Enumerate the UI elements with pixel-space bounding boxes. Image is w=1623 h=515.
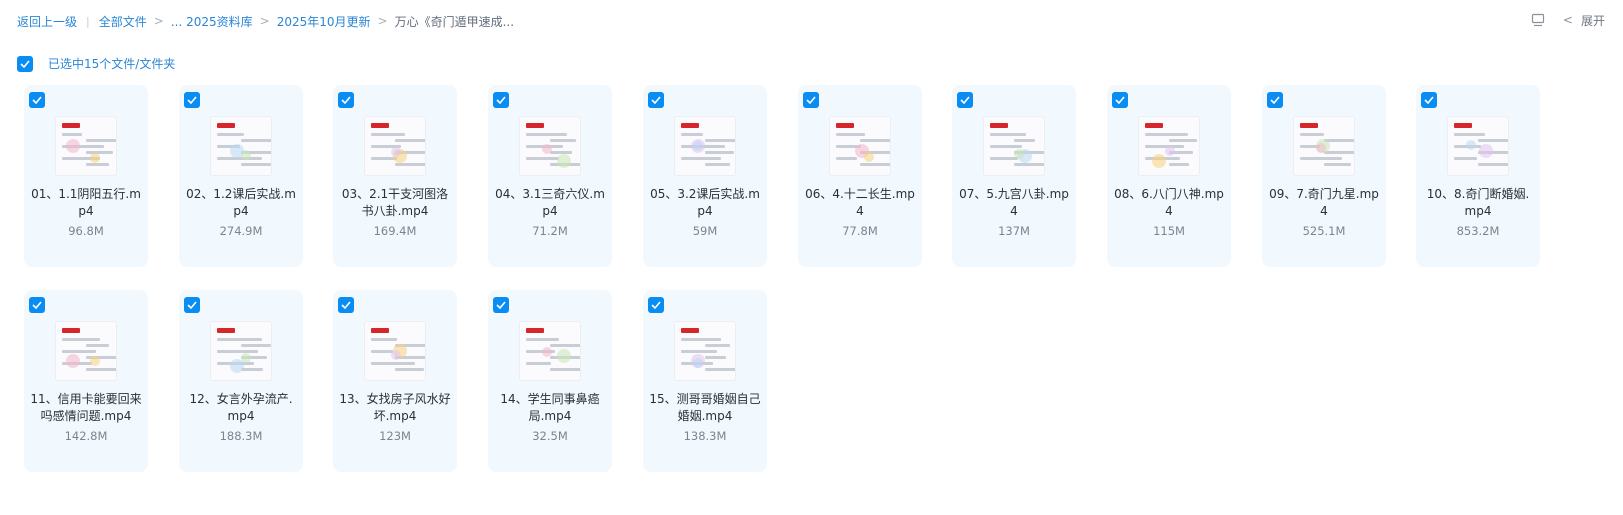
file-name: 02、1.2课后实战.mp4 [186,187,296,218]
file-name: 15、测哥哥婚姻自己婚姻.mp4 [649,392,761,423]
file-size: 169.4M [373,224,417,238]
file-checkbox[interactable] [493,92,509,108]
file-name: 04、3.1三奇六仪.mp4 [495,187,605,218]
file-checkbox[interactable] [184,92,200,108]
file-checkbox[interactable] [29,92,45,108]
file-card[interactable]: 12、女言外孕流产.mp4 188.3M [179,290,303,472]
chevron-right-icon: > [377,14,388,28]
monitor-icon[interactable] [1531,13,1545,27]
file-card[interactable]: 01、1.1阴阳五行.mp4 96.8M [24,85,148,267]
breadcrumb-level1[interactable]: ... 2025资料库 [171,13,253,30]
file-size: 274.9M [219,224,263,238]
file-name: 10、8.奇门断婚姻.mp4 [1426,187,1530,218]
file-name: 08、6.八门八神.mp4 [1114,187,1224,218]
breadcrumb-all-files[interactable]: 全部文件 [99,13,147,30]
file-size: 188.3M [219,429,263,443]
select-all-row: 已选中15个文件/文件夹 [17,55,175,72]
file-size: 77.8M [842,224,878,238]
chevron-right-icon: > [153,14,164,28]
file-card[interactable]: 10、8.奇门断婚姻.mp4 853.2M [1416,85,1540,267]
video-thumbnail [674,321,736,381]
file-name: 05、3.2课后实战.mp4 [650,187,760,218]
file-checkbox[interactable] [493,297,509,313]
breadcrumb-level2[interactable]: 2025年10月更新 [277,13,371,30]
selection-count-label: 已选中15个文件/文件夹 [48,57,176,71]
chevron-right-icon: > [259,14,270,28]
file-card[interactable]: 09、7.奇门九星.mp4 525.1M [1262,85,1386,267]
chevron-left-icon: < [1562,13,1573,27]
file-card[interactable]: 06、4.十二长生.mp4 77.8M [798,85,922,267]
video-thumbnail [519,321,581,381]
select-all-checkbox[interactable] [17,55,33,72]
video-thumbnail [1138,116,1200,176]
file-checkbox[interactable] [29,297,45,313]
file-checkbox[interactable] [1267,92,1283,108]
file-checkbox[interactable] [803,92,819,108]
file-size: 32.5M [532,429,568,443]
file-checkbox[interactable] [338,92,354,108]
separator: | [86,14,90,28]
file-size: 142.8M [64,429,108,443]
file-card[interactable]: 07、5.九宫八卦.mp4 137M [952,85,1076,267]
file-name: 13、女找房子风水好坏.mp4 [339,392,451,423]
file-name: 07、5.九宫八卦.mp4 [959,187,1069,218]
video-thumbnail [829,116,891,176]
video-thumbnail [55,321,117,381]
video-thumbnail [210,116,272,176]
video-thumbnail [210,321,272,381]
breadcrumb: 返回上一级 | 全部文件 > ... 2025资料库 > 2025年10月更新 … [17,11,514,31]
file-checkbox[interactable] [648,92,664,108]
video-thumbnail [55,116,117,176]
file-name: 01、1.1阴阳五行.mp4 [31,187,141,218]
file-size: 115M [1153,224,1185,238]
video-thumbnail [519,116,581,176]
file-name: 03、2.1干支河图洛书八卦.mp4 [341,187,449,218]
file-card[interactable]: 02、1.2课后实战.mp4 274.9M [179,85,303,267]
file-checkbox[interactable] [1112,92,1128,108]
file-size: 123M [379,429,411,443]
file-name: 14、学生同事鼻癌局.mp4 [500,392,600,423]
video-thumbnail [674,116,736,176]
expand-button[interactable]: 展开 [1581,12,1605,29]
file-checkbox[interactable] [1421,92,1437,108]
file-size: 137M [998,224,1030,238]
file-card[interactable]: 08、6.八门八神.mp4 115M [1107,85,1231,267]
file-card[interactable]: 15、测哥哥婚姻自己婚姻.mp4 138.3M [643,290,767,472]
video-thumbnail [1293,116,1355,176]
file-card[interactable]: 13、女找房子风水好坏.mp4 123M [333,290,457,472]
view-tools: < 展开 [1531,10,1605,30]
file-checkbox[interactable] [648,297,664,313]
file-size: 96.8M [68,224,104,238]
video-thumbnail [1447,116,1509,176]
video-thumbnail [983,116,1045,176]
file-name: 11、信用卡能要回来吗感情问题.mp4 [30,392,142,423]
file-name: 09、7.奇门九星.mp4 [1269,187,1379,218]
file-card[interactable]: 04、3.1三奇六仪.mp4 71.2M [488,85,612,267]
file-card[interactable]: 11、信用卡能要回来吗感情问题.mp4 142.8M [24,290,148,472]
file-size: 525.1M [1302,224,1346,238]
file-size: 71.2M [532,224,568,238]
file-size: 59M [692,224,718,238]
video-thumbnail [364,116,426,176]
file-checkbox[interactable] [338,297,354,313]
file-card[interactable]: 05、3.2课后实战.mp4 59M [643,85,767,267]
file-card[interactable]: 14、学生同事鼻癌局.mp4 32.5M [488,290,612,472]
file-card[interactable]: 03、2.1干支河图洛书八卦.mp4 169.4M [333,85,457,267]
back-link[interactable]: 返回上一级 [17,13,77,30]
file-checkbox[interactable] [957,92,973,108]
file-checkbox[interactable] [184,297,200,313]
file-size: 853.2M [1456,224,1500,238]
file-size: 138.3M [683,429,727,443]
video-thumbnail [364,321,426,381]
file-name: 06、4.十二长生.mp4 [805,187,915,218]
breadcrumb-current: 万心《奇门遁甲速成... [394,14,515,29]
file-name: 12、女言外孕流产.mp4 [189,392,293,423]
